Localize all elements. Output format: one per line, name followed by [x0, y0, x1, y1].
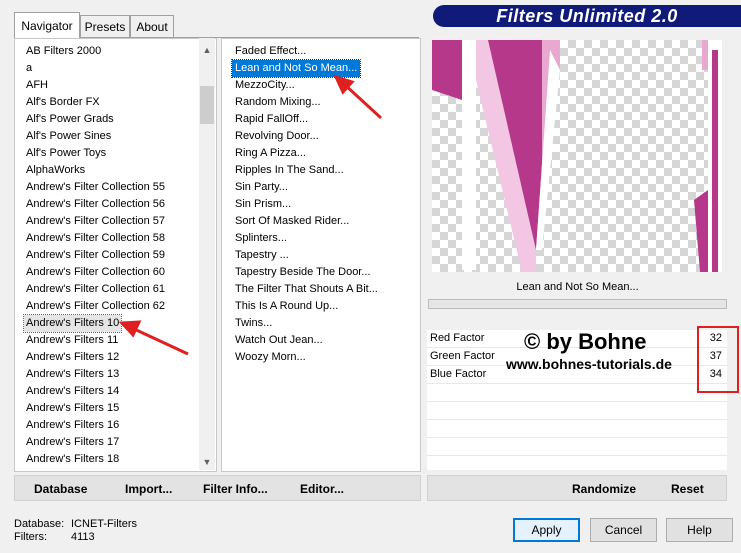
category-item[interactable]: Andrew's Filters 13	[26, 366, 119, 383]
filter-item[interactable]: Splinters...	[235, 230, 287, 247]
editor-button[interactable]: Editor...	[300, 481, 344, 497]
category-item[interactable]: Andrew's Filters 17	[26, 434, 119, 451]
filter-item[interactable]: The Filter That Shouts A Bit...	[235, 281, 378, 298]
cancel-button[interactable]: Cancel	[590, 518, 657, 542]
watermark-url: www.bohnes-tutorials.de	[506, 356, 672, 372]
category-item[interactable]: a	[26, 60, 32, 77]
filter-item[interactable]: Rapid FallOff...	[235, 111, 308, 128]
param-row-empty	[427, 402, 727, 420]
param-label: Red Factor	[430, 332, 485, 344]
param-label: Blue Factor	[430, 368, 487, 380]
status-filters: Filters: 4113	[14, 531, 95, 543]
filter-item[interactable]: Watch Out Jean...	[235, 332, 323, 349]
tab-presets[interactable]: Presets	[80, 15, 130, 37]
filter-item[interactable]: Twins...	[235, 315, 272, 332]
category-item[interactable]: Andrew's Filter Collection 61	[26, 281, 165, 298]
app-banner: Filters Unlimited 2.0	[433, 5, 741, 27]
category-item[interactable]: Andrew's Filters 16	[26, 417, 119, 434]
category-item[interactable]: Alf's Border FX	[26, 94, 100, 111]
filter-item[interactable]: Sin Party...	[235, 179, 288, 196]
status-database-value: ICNET-Filters	[71, 518, 137, 530]
category-item[interactable]: Andrew's Filter Collection 62	[26, 298, 165, 315]
filter-item[interactable]: This Is A Round Up...	[235, 298, 338, 315]
category-item[interactable]: AlphaWorks	[26, 162, 85, 179]
category-item[interactable]: Andrew's Filters 10	[22, 314, 123, 333]
filter-info-button[interactable]: Filter Info...	[203, 481, 268, 497]
category-item[interactable]: Andrew's Filter Collection 59	[26, 247, 165, 264]
filter-item[interactable]: Sin Prism...	[235, 196, 291, 213]
param-label: Green Factor	[430, 350, 495, 362]
tab-about[interactable]: About	[130, 15, 174, 37]
scroll-thumb[interactable]	[200, 86, 214, 124]
category-item[interactable]: Alf's Power Toys	[26, 145, 106, 162]
category-item[interactable]: Alf's Power Sines	[26, 128, 111, 145]
annotation-box	[697, 326, 739, 393]
status-filters-value: 4113	[71, 531, 95, 543]
filter-item[interactable]: Woozy Morn...	[235, 349, 306, 366]
scroll-up-icon[interactable]: ▲	[199, 41, 215, 58]
help-button[interactable]: Help	[666, 518, 733, 542]
randomize-button[interactable]: Randomize	[572, 481, 636, 497]
category-list[interactable]: AB Filters 2000 a AFH Alf's Border FX Alf's …	[14, 38, 217, 472]
filter-item[interactable]: Random Mixing...	[235, 94, 321, 111]
category-item[interactable]: AB Filters 2000	[26, 43, 101, 60]
param-row-empty	[427, 420, 727, 438]
preview-image	[432, 40, 722, 272]
filter-item[interactable]: Faded Effect...	[235, 43, 306, 60]
filter-item[interactable]: Ripples In The Sand...	[235, 162, 344, 179]
app-title: Filters Unlimited 2.0	[496, 5, 678, 26]
category-item[interactable]: Andrew's Filters 15	[26, 400, 119, 417]
category-item[interactable]: Andrew's Filters 18	[26, 451, 119, 468]
category-item[interactable]: AFH	[26, 77, 48, 94]
preview-graphic	[432, 40, 722, 272]
category-item[interactable]: Andrew's Filter Collection 58	[26, 230, 165, 247]
category-item[interactable]: Andrew's Filters 11	[26, 332, 118, 349]
reset-button[interactable]: Reset	[671, 481, 704, 497]
filter-item[interactable]: Tapestry ...	[235, 247, 289, 264]
filter-item[interactable]: Ring A Pizza...	[235, 145, 306, 162]
filter-item[interactable]: Lean and Not So Mean...	[230, 59, 362, 78]
category-item[interactable]: Andrew's Filter Collection 56	[26, 196, 165, 213]
tab-navigator[interactable]: Navigator	[14, 12, 80, 38]
filter-item[interactable]: Tapestry Beside The Door...	[235, 264, 371, 281]
filter-item[interactable]: Sort Of Masked Rider...	[235, 213, 349, 230]
database-button[interactable]: Database	[34, 481, 87, 497]
progress-bar	[428, 299, 727, 309]
preview-filter-name: Lean and Not So Mean...	[428, 276, 727, 298]
category-item[interactable]: Andrew's Filter Collection 55	[26, 179, 165, 196]
status-database: Database: ICNET-Filters	[14, 518, 137, 530]
category-item[interactable]: Andrew's Filters 12	[26, 349, 119, 366]
category-item[interactable]: Andrew's Filter Collection 60	[26, 264, 165, 281]
apply-button[interactable]: Apply	[513, 518, 580, 542]
category-item[interactable]: Andrew's Filter Collection 57	[26, 213, 165, 230]
filter-item[interactable]: MezzoCity...	[235, 77, 295, 94]
category-item[interactable]: Andrew's Filters 14	[26, 383, 119, 400]
scroll-down-icon[interactable]: ▼	[199, 453, 215, 470]
filter-item[interactable]: Revolving Door...	[235, 128, 319, 145]
import-button[interactable]: Import...	[125, 481, 172, 497]
category-item[interactable]: Alf's Power Grads	[26, 111, 114, 128]
param-row-empty	[427, 384, 727, 402]
status-database-label: Database:	[14, 518, 65, 530]
filter-list[interactable]: Faded Effect... Lean and Not So Mean... Me…	[221, 38, 421, 472]
param-row-empty	[427, 438, 727, 456]
watermark-author: © by Bohne	[524, 329, 647, 354]
status-filters-label: Filters:	[14, 531, 47, 543]
category-scrollbar[interactable]: ▲ ▼	[199, 38, 215, 470]
